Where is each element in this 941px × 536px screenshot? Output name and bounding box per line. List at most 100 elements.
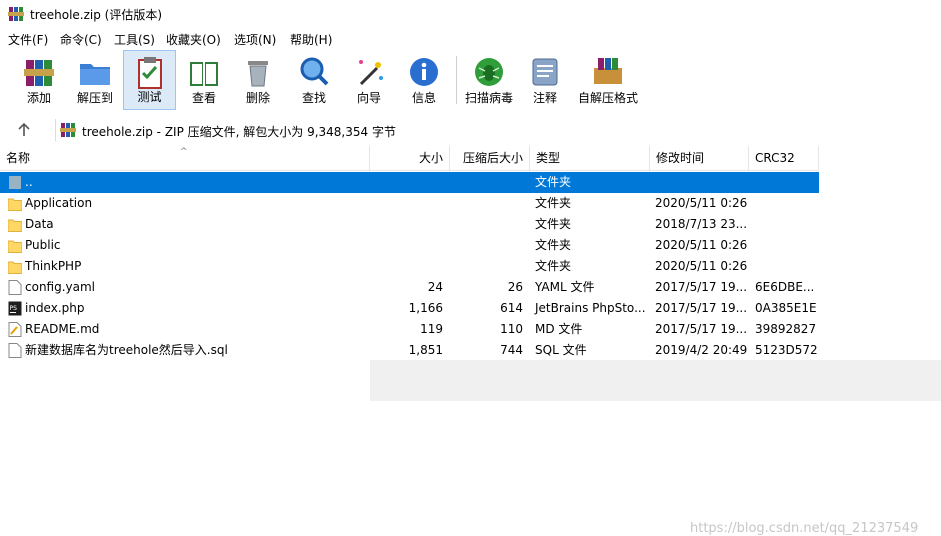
title-bar: treehole.zip (评估版本) (0, 0, 941, 28)
column-size[interactable]: 大小 (370, 146, 450, 170)
info-button[interactable]: 信息 (398, 50, 450, 110)
file-modified: 2020/5/11 0:26 (655, 238, 748, 252)
magnifier-icon (300, 57, 329, 86)
file-crc: 5123D572 (755, 343, 818, 357)
file-list: 名称 ^ 大小 压缩后大小 类型 修改时间 CRC32 .. 文件夹 Applica… (0, 146, 941, 536)
table-row[interactable]: README.md 119 110 MD 文件 2017/5/17 19... 39892… (0, 319, 819, 340)
file-type: 文件夹 (535, 175, 572, 189)
file-modified: 2018/7/13 23... (655, 217, 748, 231)
file-modified: 2017/5/17 19... (655, 322, 748, 336)
folder-icon (8, 261, 22, 274)
view-icon (190, 62, 218, 86)
wizard-wand-icon (359, 60, 383, 86)
comment-icon (532, 58, 558, 86)
table-row[interactable]: ThinkPHP 文件夹 2020/5/11 0:26 (0, 256, 819, 277)
table-row[interactable]: Public 文件夹 2020/5/11 0:26 (0, 235, 819, 256)
file-icon (8, 280, 22, 295)
file-packed-size (450, 256, 523, 277)
menu-favorites[interactable]: 收藏夹(O) (166, 31, 221, 48)
file-size: 119 (420, 322, 443, 336)
file-type: 文件夹 (535, 238, 572, 252)
column-header: 名称 ^ 大小 压缩后大小 类型 修改时间 CRC32 (0, 146, 819, 171)
file-type: MD 文件 (535, 322, 583, 336)
path-text: treehole.zip - ZIP 压缩文件, 解包大小为 9,348,354… (82, 125, 396, 139)
file-name: README.md (25, 322, 100, 336)
file-size (370, 235, 443, 256)
column-crc[interactable]: CRC32 (749, 146, 819, 170)
sfx-button[interactable]: 自解压格式 (574, 50, 642, 110)
file-modified (655, 172, 747, 193)
menu-file[interactable]: 文件(F) (8, 31, 48, 48)
file-name: ThinkPHP (25, 259, 82, 273)
svg-text:PS: PS (10, 305, 18, 312)
folder-icon (8, 198, 22, 211)
view-button[interactable]: 查看 (178, 50, 230, 110)
add-button[interactable]: 添加 (10, 50, 68, 110)
file-packed-size: 26 (507, 280, 523, 294)
file-name: 新建数据库名为treehole然后导入.sql (25, 343, 228, 357)
file-name: config.yaml (25, 280, 96, 294)
file-crc: 0A385E1E (755, 301, 817, 315)
window-title: treehole.zip (评估版本) (30, 8, 163, 22)
table-row[interactable]: Data 文件夹 2018/7/13 23... (0, 214, 819, 235)
file-type: JetBrains PhpSto... (535, 301, 646, 315)
menu-command[interactable]: 命令(C) (60, 31, 102, 48)
file-size: 1,851 (408, 343, 443, 357)
table-row[interactable]: 新建数据库名为treehole然后导入.sql 1,851 744 SQL 文件 201… (0, 340, 819, 361)
find-button[interactable]: 查找 (288, 50, 340, 110)
file-modified: 2020/5/11 0:26 (655, 259, 748, 273)
file-size: 1,166 (408, 301, 443, 315)
table-row[interactable]: .. 文件夹 (0, 172, 819, 193)
test-button[interactable]: 测试 (123, 50, 176, 110)
file-type: 文件夹 (535, 259, 572, 273)
file-packed-size (450, 172, 523, 193)
file-name: .. (25, 175, 33, 189)
column-name[interactable]: 名称 ^ (0, 146, 370, 170)
file-packed-size (450, 214, 523, 235)
wizard-button[interactable]: 向导 (343, 50, 395, 110)
file-modified: 2017/5/17 19... (655, 301, 748, 315)
file-packed-size: 744 (500, 343, 523, 357)
file-crc (755, 256, 819, 277)
delete-button[interactable]: 删除 (232, 50, 284, 110)
menu-bar: 文件(F) 命令(C) 工具(S) 收藏夹(O) 选项(N) 帮助(H) (0, 28, 941, 48)
menu-tools[interactable]: 工具(S) (114, 31, 155, 48)
file-packed-size (450, 235, 523, 256)
menu-help[interactable]: 帮助(H) (290, 31, 332, 48)
file-crc (755, 214, 819, 235)
path-display[interactable]: treehole.zip - ZIP 压缩文件, 解包大小为 9,348,354… (55, 119, 941, 141)
virus-scan-icon (475, 58, 503, 86)
file-modified: 2017/5/17 19... (655, 280, 748, 294)
table-row[interactable]: Application 文件夹 2020/5/11 0:26 (0, 193, 819, 214)
file-type: YAML 文件 (535, 280, 595, 294)
empty-area (370, 360, 941, 401)
file-crc: 6E6DBE... (755, 280, 815, 294)
file-packed-size (450, 193, 523, 214)
file-size (370, 256, 443, 277)
folder-icon (8, 240, 22, 253)
watermark: https://blog.csdn.net/qq_21237549 (690, 521, 919, 536)
extract-to-button[interactable]: 解压到 (66, 50, 124, 110)
file-size (370, 214, 443, 235)
column-packed[interactable]: 压缩后大小 (450, 146, 530, 170)
virus-scan-button[interactable]: 扫描病毒 (460, 50, 518, 110)
sort-arrow-icon: ^ (180, 147, 188, 157)
toolbar-separator (456, 56, 457, 104)
file-name: index.php (25, 301, 85, 315)
file-type: SQL 文件 (535, 343, 587, 357)
extract-to-icon (80, 64, 110, 85)
column-type[interactable]: 类型 (530, 146, 650, 170)
comment-button[interactable]: 注释 (519, 50, 571, 110)
address-bar: treehole.zip - ZIP 压缩文件, 解包大小为 9,348,354… (0, 116, 941, 144)
phpstorm-file-icon: PS (8, 301, 22, 316)
folder-icon (8, 219, 22, 232)
menu-options[interactable]: 选项(N) (234, 31, 276, 48)
table-row[interactable]: PS index.php 1,166 614 JetBrains PhpSto... 20… (0, 298, 819, 319)
file-packed-size: 110 (500, 322, 523, 336)
file-modified: 2020/5/11 0:26 (655, 196, 748, 210)
file-name: Application (25, 196, 93, 210)
table-row[interactable]: config.yaml 24 26 YAML 文件 2017/5/17 19... 6E6… (0, 277, 819, 298)
column-modified[interactable]: 修改时间 (650, 146, 749, 170)
file-modified: 2019/4/2 20:49 (655, 343, 748, 357)
up-arrow-icon[interactable] (14, 120, 34, 140)
